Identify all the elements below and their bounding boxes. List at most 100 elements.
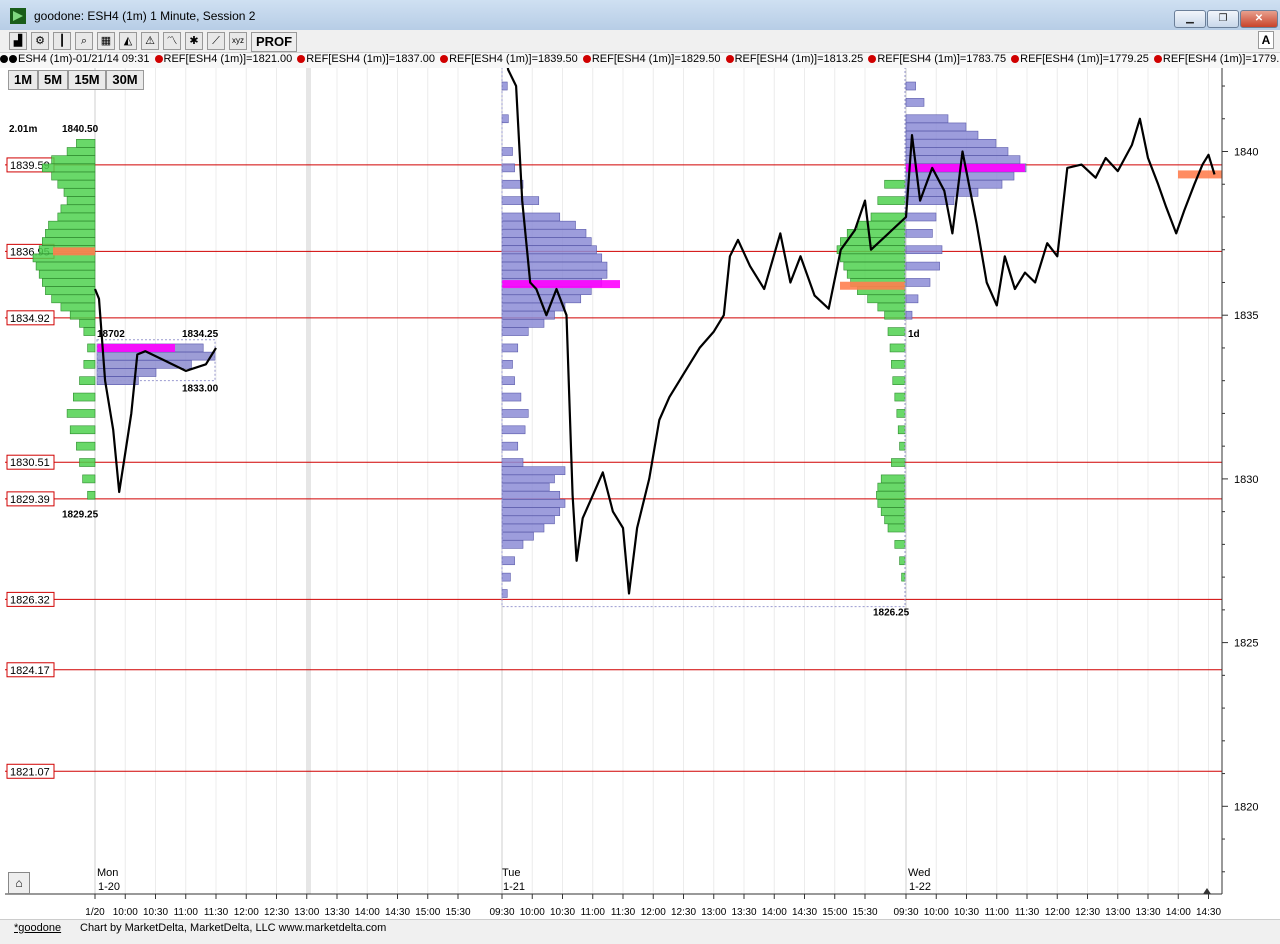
home-icon[interactable]: ⌂ xyxy=(8,872,30,894)
reference-label: 1821.07 xyxy=(10,766,50,778)
profile-bar xyxy=(501,147,513,156)
profile-bar xyxy=(905,278,931,287)
ref-item: REF[ESH4 (1m)]=1783.75 xyxy=(868,53,1006,65)
price-chart[interactable]: 1839.591836.951834.921830.511829.391826.… xyxy=(0,68,1280,919)
x-tick-label: 14:30 xyxy=(385,907,410,918)
profile-bar xyxy=(877,302,906,312)
profile-bar xyxy=(889,343,906,353)
x-tick-label: 14:30 xyxy=(1196,907,1221,918)
profile-bar xyxy=(501,179,524,189)
annotation-label: 1829.25 xyxy=(62,509,99,520)
x-tick-label: 12:30 xyxy=(1075,907,1100,918)
gap-marker xyxy=(306,68,311,894)
profile-bar xyxy=(83,360,96,369)
profile-bar xyxy=(501,196,540,205)
profile-bar xyxy=(76,441,96,451)
symbol-label: ESH4 (1m)-01/21/14 09:31 xyxy=(18,53,150,65)
profile-bar xyxy=(501,343,519,353)
profile-bar xyxy=(501,425,526,435)
profile-bar xyxy=(79,376,96,385)
ref-item: REF[ESH4 (1m)]=1829.50 xyxy=(582,53,721,65)
x-tick-label: 14:30 xyxy=(792,907,817,918)
ref-label: REF[ESH4 (1m)]=1779. xyxy=(1162,53,1280,65)
zoom-icon[interactable]: ⌕ xyxy=(75,32,93,50)
profile-bar xyxy=(905,122,967,132)
chart-icon[interactable]: ▟ xyxy=(9,32,27,50)
profile-bar xyxy=(901,572,906,582)
area-chart-icon[interactable]: ◭ xyxy=(119,32,137,50)
x-tick-label: 10:30 xyxy=(550,907,575,918)
reference-bar: ESH4 (1m)-01/21/14 09:31 REF[ESH4 (1m)]=… xyxy=(0,53,1280,69)
profile-bar xyxy=(880,474,906,484)
line-tool-icon[interactable]: ⟋ xyxy=(207,32,225,50)
x-tick-label: 11:30 xyxy=(204,907,229,918)
x-tick-label: 14:00 xyxy=(1166,907,1191,918)
maximize-button[interactable]: ❐ xyxy=(1207,10,1239,28)
profile-bar xyxy=(66,147,96,156)
settings-icon[interactable]: ⚙ xyxy=(31,32,49,50)
x-tick-label: 12:30 xyxy=(264,907,289,918)
timeframe-5m-button[interactable]: 5M xyxy=(38,70,68,90)
bar-icon[interactable]: ┃ xyxy=(53,32,71,50)
profile-bar xyxy=(501,229,587,238)
red-dot-icon xyxy=(154,55,163,63)
profile-bar xyxy=(501,392,522,402)
ref-label: REF[ESH4 (1m)]=1839.50 xyxy=(449,53,578,65)
grid-icon[interactable]: ▦ xyxy=(97,32,115,50)
profile-bar xyxy=(876,490,906,500)
red-dot-icon xyxy=(1011,55,1020,63)
prof-button[interactable]: PROF xyxy=(251,32,297,52)
profile-bar xyxy=(870,212,906,222)
timeframe-1m-button[interactable]: 1M xyxy=(8,70,38,90)
minimize-button[interactable]: ▁ xyxy=(1174,10,1206,28)
timeframe-15m-button[interactable]: 15M xyxy=(68,70,106,90)
profile-bar xyxy=(51,155,96,164)
profile-bar xyxy=(73,392,96,402)
x-tick-label: 10:00 xyxy=(113,907,138,918)
tab-goodone[interactable]: *goodone xyxy=(14,922,61,934)
profile-bar xyxy=(905,179,1003,189)
line-icon[interactable]: 〽 xyxy=(163,32,181,50)
profile-bar xyxy=(501,269,608,279)
x-tick-label: 10:00 xyxy=(520,907,545,918)
toolbar: ▟ ⚙ ┃ ⌕ ▦ ◭ ⚠ 〽 ✱ ⟋ xyz xyxy=(0,30,1280,53)
profile-bar xyxy=(905,98,925,107)
ref-item: REF[ESH4 (1m)]=1813.25 xyxy=(725,53,863,65)
profile-bar xyxy=(501,458,524,467)
x-tick-label: 13:00 xyxy=(1105,907,1130,918)
alert-icon[interactable]: ⚠ xyxy=(141,32,159,50)
profile-bar xyxy=(501,515,555,525)
profile-bar xyxy=(35,261,96,271)
timeframe-30m-button[interactable]: 30M xyxy=(106,70,144,90)
red-dot-icon xyxy=(868,55,877,63)
profile-bar xyxy=(899,556,906,566)
profile-bar xyxy=(501,220,576,230)
profile-bar xyxy=(884,310,906,320)
profile-bar xyxy=(843,261,906,271)
profile-bar xyxy=(501,409,529,418)
x-tick-label: 11:00 xyxy=(174,907,199,918)
xyz-icon[interactable]: xyz xyxy=(229,32,247,50)
profile-bar xyxy=(905,147,1009,156)
profile-bar xyxy=(905,212,937,222)
reference-label: 1824.17 xyxy=(10,665,50,677)
marker-icon[interactable]: ✱ xyxy=(185,32,203,50)
poc-highlight xyxy=(840,281,905,290)
profile-bar xyxy=(905,261,940,271)
close-button[interactable]: ✕ xyxy=(1240,10,1278,28)
x-tick-label: 09:30 xyxy=(489,907,514,918)
profile-bar xyxy=(60,204,96,214)
ref-label: REF[ESH4 (1m)]=1837.00 xyxy=(306,53,435,65)
reference-label: 1829.39 xyxy=(10,494,50,506)
x-tick-label: 12:00 xyxy=(234,907,259,918)
profile-bar xyxy=(66,196,96,205)
profile-bar xyxy=(501,507,561,516)
profile-bar xyxy=(69,310,96,320)
profile-bar xyxy=(501,212,561,222)
profile-bar xyxy=(41,278,96,287)
ref-label: REF[ESH4 (1m)]=1779.25 xyxy=(1020,53,1149,65)
profile-bar xyxy=(891,458,906,467)
x-tick-label: 12:00 xyxy=(641,907,666,918)
a-button[interactable]: A xyxy=(1258,31,1274,49)
x-tick-label: 13:30 xyxy=(324,907,349,918)
